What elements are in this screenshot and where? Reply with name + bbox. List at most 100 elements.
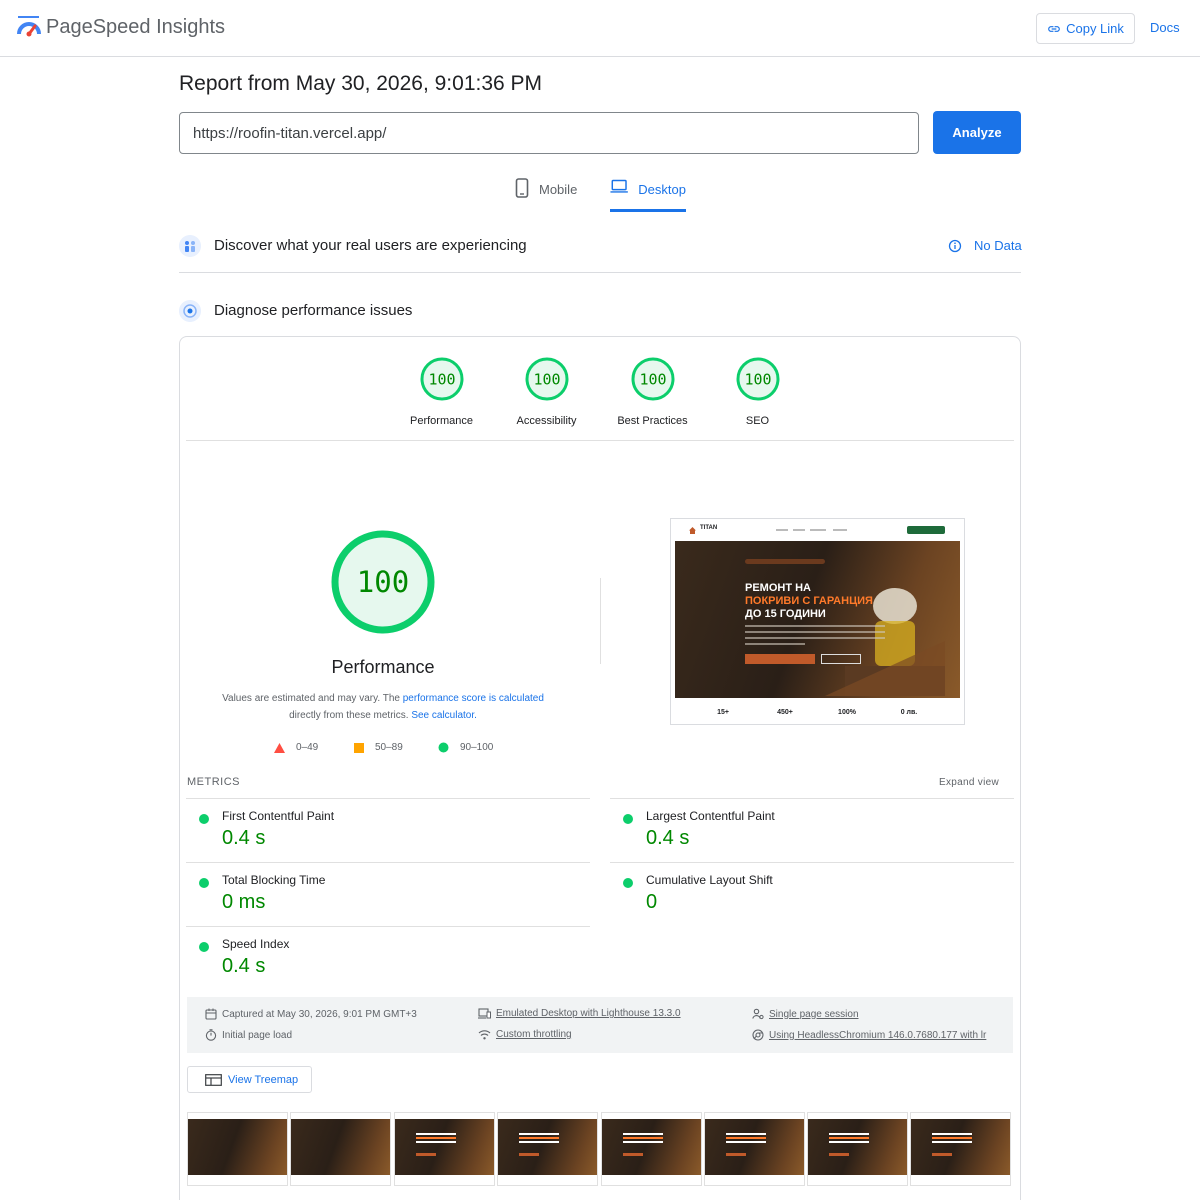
- score-gauge-ring: 100: [420, 357, 463, 401]
- copy-link-label: Copy Link: [1066, 21, 1124, 36]
- lab-section-title: Diagnose performance issues: [214, 302, 413, 319]
- chrome-icon: [752, 1029, 764, 1041]
- metric-name: First Contentful Paint: [222, 809, 335, 823]
- score-gauge-ring: 100: [525, 357, 568, 401]
- category-gauge-seo[interactable]: 100 SEO: [705, 357, 810, 427]
- metric-name: Cumulative Layout Shift: [646, 873, 773, 887]
- metric-name: Total Blocking Time: [222, 873, 326, 887]
- real-users-icon: [179, 235, 201, 257]
- throttling-text: Custom throttling: [496, 1029, 572, 1040]
- preview-stat: 450+: [777, 709, 793, 716]
- category-label: Best Practices: [617, 415, 688, 427]
- tab-desktop-label: Desktop: [638, 182, 686, 197]
- score-calculated-link[interactable]: performance score is calculated: [403, 693, 544, 704]
- no-data-indicator[interactable]: No Data: [948, 238, 1022, 253]
- note-text-2: directly from these metrics.: [289, 710, 412, 721]
- runtime-throttling[interactable]: Custom throttling: [478, 1029, 572, 1040]
- filmstrip-frame: [497, 1112, 598, 1186]
- pass-circle-icon: [199, 878, 209, 888]
- diagnose-icon: [179, 300, 201, 322]
- devices-icon: [478, 1008, 491, 1019]
- metric-divider: [186, 798, 590, 799]
- gauges-divider: [186, 440, 1014, 441]
- score-gauge-ring: 100: [631, 357, 674, 401]
- metric-name: Speed Index: [222, 937, 290, 951]
- filmstrip-frame: [187, 1112, 288, 1186]
- calendar-icon: [205, 1008, 217, 1020]
- section-divider: [179, 272, 1021, 273]
- session-text: Single page session: [769, 1008, 859, 1020]
- metric-divider: [610, 862, 1014, 863]
- pass-circle-icon: [199, 942, 209, 952]
- captured-text: Captured at May 30, 2026, 9:01 PM GMT+3: [222, 1008, 417, 1020]
- runtime-page-load: Initial page load: [205, 1029, 292, 1041]
- app-title: PageSpeed Insights: [46, 16, 226, 38]
- performance-gauge: 100: [331, 530, 435, 634]
- house-icon: [689, 527, 696, 534]
- filmstrip-frame: [290, 1112, 391, 1186]
- runtime-emulation[interactable]: Emulated Desktop with Lighthouse 13.3.0: [478, 1008, 681, 1019]
- metric-value: 0: [646, 891, 658, 913]
- legend-item-average: 50–89: [354, 742, 403, 753]
- copy-link-button[interactable]: Copy Link: [1036, 13, 1135, 44]
- link-icon: [1048, 25, 1060, 32]
- legend-item-pass: 90–100: [438, 742, 493, 753]
- legend-item-fail: 0–49: [274, 742, 318, 753]
- field-data-title: Discover what your real users are experi…: [214, 237, 527, 254]
- preview-headline-line: ДО 15 ГОДИНИ: [745, 608, 826, 620]
- preview-brand: TITAN: [700, 525, 718, 531]
- score-note: Values are estimated and may vary. The p…: [203, 690, 563, 724]
- metric-value: 0.4 s: [646, 827, 690, 849]
- preview-headline-line: РЕМОНТ НА: [745, 582, 811, 594]
- runtime-session[interactable]: Single page session: [752, 1008, 859, 1020]
- runtime-settings: [187, 997, 1013, 1053]
- filmstrip-frame: [394, 1112, 495, 1186]
- analyze-button[interactable]: Analyze: [933, 111, 1021, 154]
- category-label: Accessibility: [516, 415, 577, 427]
- category-gauge-performance[interactable]: 100 Performance: [389, 357, 494, 427]
- browser-text: Using HeadlessChromium 146.0.7680.177 wi…: [769, 1029, 987, 1041]
- category-score: 100: [428, 371, 455, 389]
- metric-name: Largest Contentful Paint: [646, 809, 775, 823]
- docs-link[interactable]: Docs: [1150, 20, 1180, 35]
- timer-icon: [205, 1029, 217, 1041]
- preview-stat: 100%: [838, 709, 856, 716]
- see-calculator-link[interactable]: See calculator.: [411, 710, 477, 721]
- report-title: Report from May 30, 2026, 9:01:36 PM: [179, 72, 543, 95]
- preview-stat: 0 лв.: [900, 709, 918, 716]
- category-gauge-accessibility[interactable]: 100 Accessibility: [494, 357, 599, 427]
- metrics-header: METRICS: [187, 776, 240, 788]
- page-load-text: Initial page load: [222, 1029, 293, 1041]
- treemap-icon: [205, 1073, 222, 1086]
- metric-value: 0 ms: [222, 891, 266, 913]
- filmstrip-frame: [910, 1112, 1011, 1186]
- view-treemap-button[interactable]: View Treemap: [187, 1066, 312, 1093]
- url-input[interactable]: [179, 112, 919, 154]
- pass-circle-icon: [623, 814, 633, 824]
- metric-divider: [186, 862, 590, 863]
- category-label: SEO: [745, 415, 770, 427]
- filmstrip-frame: [601, 1112, 702, 1186]
- metric-divider: [186, 926, 590, 927]
- circle-icon: [438, 742, 449, 753]
- tab-mobile[interactable]: Mobile: [515, 178, 577, 212]
- legend-range: 90–100: [460, 742, 494, 753]
- pass-circle-icon: [199, 814, 209, 824]
- tab-desktop[interactable]: Desktop: [610, 178, 686, 212]
- performance-score: 100: [357, 565, 409, 599]
- filmstrip-frame: [704, 1112, 805, 1186]
- square-icon: [354, 742, 364, 753]
- metric-value: 0.4 s: [222, 955, 266, 977]
- legend-range: 0–49: [296, 742, 319, 753]
- view-treemap-label: View Treemap: [228, 1073, 299, 1086]
- tab-mobile-label: Mobile: [539, 182, 578, 197]
- category-score: 100: [744, 371, 771, 389]
- final-screenshot[interactable]: TITAN РЕМОНТ НА ПОКРИВИ С ГАРАНЦИЯ ДО 15…: [670, 518, 965, 725]
- preview-navbar: TITAN: [671, 519, 964, 541]
- preview-headline-line: ПОКРИВИ С ГАРАНЦИЯ: [745, 595, 873, 607]
- wifi-icon: [478, 1030, 491, 1040]
- person-icon: [752, 1008, 764, 1020]
- runtime-browser[interactable]: Using HeadlessChromium 146.0.7680.177 wi…: [752, 1029, 998, 1041]
- category-gauge-best-practices[interactable]: 100 Best Practices: [600, 357, 705, 427]
- expand-view-toggle[interactable]: Expand view: [939, 777, 999, 788]
